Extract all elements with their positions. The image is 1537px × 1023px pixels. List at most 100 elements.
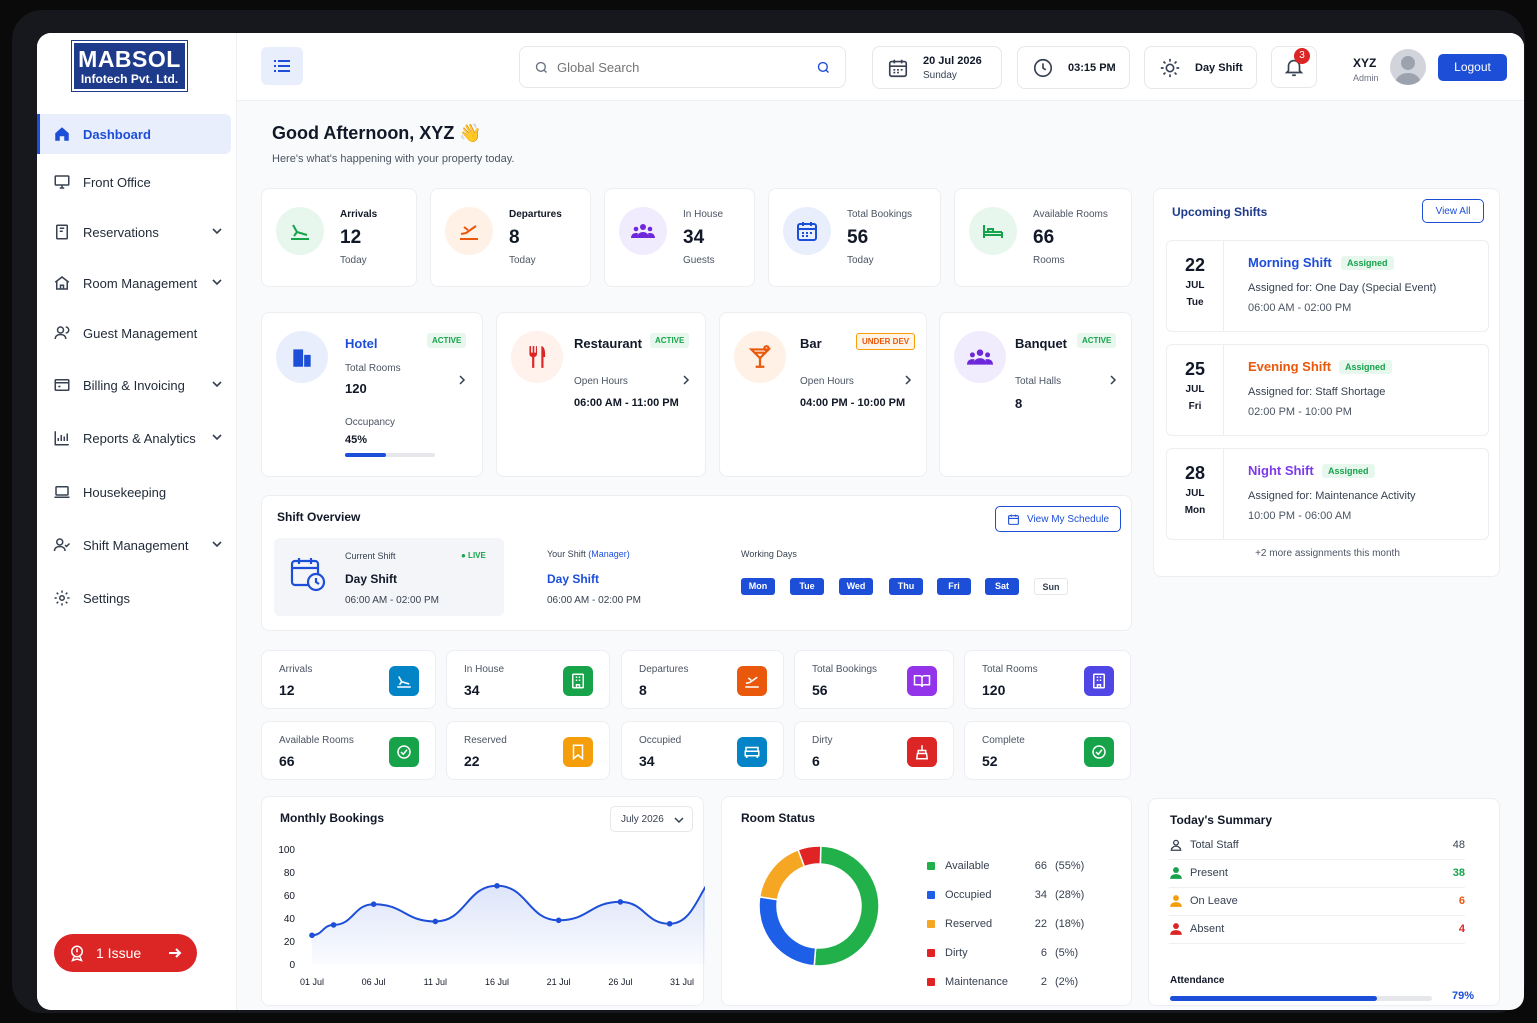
open-book-icon bbox=[907, 666, 937, 696]
current-shift-label: Current Shift bbox=[345, 551, 396, 561]
mini-stat-label: Arrivals bbox=[279, 664, 313, 675]
mini-stat-available-rooms[interactable]: Available Rooms 66 bbox=[261, 721, 436, 780]
sidebar-item-housekeeping[interactable]: Housekeeping bbox=[37, 472, 231, 512]
notifications-button[interactable]: 3 bbox=[1271, 46, 1317, 88]
device-frame: MABSOL Infotech Pvt. Ltd. Dashboard Fron… bbox=[12, 10, 1525, 1013]
assigned-for-label: Assigned for: bbox=[1248, 282, 1313, 294]
day-chip-fri: Fri bbox=[937, 578, 971, 595]
shift-name: Night Shift bbox=[1248, 463, 1314, 478]
mini-stat-total-rooms[interactable]: Total Rooms 120 bbox=[964, 650, 1131, 709]
outlet-value: 06:00 AM - 11:00 PM bbox=[574, 397, 679, 409]
status-badge: ACTIVE bbox=[427, 333, 467, 348]
sidebar-item-billing[interactable]: Billing & Invoicing bbox=[37, 365, 231, 405]
sidebar-item-settings[interactable]: Settings bbox=[37, 578, 231, 618]
x-tick-label: 11 Jul bbox=[424, 977, 447, 987]
sidebar-item-label: Front Office bbox=[83, 174, 151, 190]
stat-card-departures[interactable]: Departures 8 Today bbox=[430, 188, 591, 287]
x-tick-label: 31 Jul bbox=[670, 977, 694, 987]
avatar[interactable] bbox=[1390, 49, 1426, 85]
shift-day: 22 bbox=[1184, 255, 1206, 275]
calendar-grid-icon bbox=[783, 207, 831, 255]
sidebar-item-label: Housekeeping bbox=[83, 484, 167, 500]
mini-stat-value: 8 bbox=[639, 682, 647, 698]
brand-logo[interactable]: MABSOL Infotech Pvt. Ltd. bbox=[71, 40, 188, 92]
day-chip-tue: Tue bbox=[790, 578, 824, 595]
mini-stat-value: 22 bbox=[464, 753, 480, 769]
search-submit-icon[interactable] bbox=[816, 60, 831, 75]
mini-stat-value: 12 bbox=[279, 682, 295, 698]
outlet-card-hotel[interactable]: Hotel ACTIVE Total Rooms 120 Occupancy 4… bbox=[261, 312, 483, 477]
menu-toggle-button[interactable] bbox=[261, 47, 303, 85]
stat-value: 34 bbox=[683, 227, 705, 248]
y-tick-label: 0 bbox=[289, 960, 295, 971]
stat-label: Total Bookings bbox=[847, 209, 913, 220]
legend-label: Dirty bbox=[945, 947, 968, 959]
global-search[interactable] bbox=[519, 46, 846, 88]
sidebar-item-dashboard[interactable]: Dashboard bbox=[37, 114, 231, 154]
sidebar-item-reservations[interactable]: Reservations bbox=[37, 212, 231, 252]
outlet-value: 120 bbox=[345, 381, 367, 396]
mini-stat-occupied[interactable]: Occupied 34 bbox=[621, 721, 784, 780]
check-badge-icon bbox=[389, 737, 419, 767]
sidebar-item-reports[interactable]: Reports & Analytics bbox=[37, 418, 231, 458]
shift-assigned-for: Assigned for: One Day (Special Event) bbox=[1248, 282, 1436, 294]
room-status-title: Room Status bbox=[741, 811, 816, 825]
y-tick-label: 40 bbox=[284, 914, 296, 925]
mini-stat-total-bookings[interactable]: Total Bookings 56 bbox=[794, 650, 954, 709]
shift-display[interactable]: Day Shift bbox=[1144, 46, 1257, 89]
outlet-card-bar[interactable]: Bar UNDER DEV Open Hours 04:00 PM - 10:0… bbox=[719, 312, 927, 477]
stat-card-total-bookings[interactable]: Total Bookings 56 Today bbox=[768, 188, 941, 287]
current-shift-name: Day Shift bbox=[345, 572, 398, 586]
chevron-down-icon bbox=[212, 434, 222, 441]
date-display[interactable]: 20 Jul 2026 Sunday bbox=[872, 46, 1002, 89]
legend-swatch bbox=[927, 978, 935, 986]
chevron-right-icon[interactable] bbox=[457, 374, 467, 386]
view-my-schedule-label: View My Schedule bbox=[1026, 513, 1110, 525]
shift-assigned-for: Assigned for: Staff Shortage bbox=[1248, 386, 1385, 398]
mini-stat-dirty[interactable]: Dirty 6 bbox=[794, 721, 954, 780]
mini-stat-arrivals[interactable]: Arrivals 12 bbox=[261, 650, 436, 709]
chevron-right-icon[interactable] bbox=[903, 374, 913, 386]
legend-percent: (18%) bbox=[1055, 918, 1085, 930]
issue-label: 1 Issue bbox=[96, 945, 142, 961]
billing-icon bbox=[54, 379, 70, 391]
stat-card-available-rooms[interactable]: Available Rooms 66 Rooms bbox=[954, 188, 1132, 287]
summary-value: 38 bbox=[1452, 867, 1465, 879]
mini-stat-in-house[interactable]: In House 34 bbox=[446, 650, 610, 709]
search-input[interactable] bbox=[557, 59, 797, 75]
mini-stat-complete[interactable]: Complete 52 bbox=[964, 721, 1131, 780]
shift-item[interactable]: 25 JUL Fri Evening Shift Assigned Assign… bbox=[1166, 344, 1489, 436]
stat-card-in-house[interactable]: In House 34 Guests bbox=[604, 188, 755, 287]
mini-stat-departures[interactable]: Departures 8 bbox=[621, 650, 784, 709]
view-my-schedule-button[interactable]: View My Schedule bbox=[995, 506, 1121, 532]
stat-label: In House bbox=[683, 209, 724, 220]
fork-knife-icon bbox=[511, 331, 563, 383]
shift-item[interactable]: 28 JUL Mon Night Shift Assigned Assigned… bbox=[1166, 448, 1489, 540]
stat-sub: Today bbox=[509, 255, 536, 266]
month-select[interactable]: July 2026 bbox=[610, 806, 693, 832]
day-chip-wed: Wed bbox=[839, 578, 873, 595]
monthly-bookings-chart: 0 20 40 60 80 100 01 Jul 06 Jul 11 Jul 16 Jul 21 J… bbox=[278, 845, 705, 987]
shift-month: JUL bbox=[1185, 384, 1205, 395]
data-point bbox=[330, 922, 337, 928]
shift-item[interactable]: 22 JUL Tue Morning Shift Assigned Assign… bbox=[1166, 240, 1489, 332]
sidebar-item-room-management[interactable]: Room Management bbox=[37, 263, 231, 303]
chevron-down-icon bbox=[212, 381, 222, 388]
outlet-card-banquet[interactable]: Banquet ACTIVE Total Halls 8 bbox=[939, 312, 1132, 477]
issue-button[interactable]: 1 Issue bbox=[54, 934, 197, 972]
mini-stat-reserved[interactable]: Reserved 22 bbox=[446, 721, 610, 780]
shift-date: 28 JUL Mon bbox=[1167, 449, 1224, 539]
chevron-right-icon[interactable] bbox=[1108, 374, 1118, 386]
user-name: XYZ bbox=[1353, 56, 1377, 70]
outlet-card-restaurant[interactable]: Restaurant ACTIVE Open Hours 06:00 AM - … bbox=[496, 312, 706, 477]
view-all-button[interactable]: View All bbox=[1422, 199, 1484, 223]
sidebar-item-guest-management[interactable]: Guest Management bbox=[37, 313, 231, 353]
sidebar-item-shift-management[interactable]: Shift Management bbox=[37, 525, 231, 565]
building-icon bbox=[563, 666, 593, 696]
stat-card-arrivals[interactable]: Arrivals 12 Today bbox=[261, 188, 417, 287]
data-point bbox=[432, 918, 439, 925]
chevron-right-icon[interactable] bbox=[681, 374, 691, 386]
sidebar-item-front-office[interactable]: Front Office bbox=[37, 162, 231, 202]
shift-day: 25 bbox=[1184, 359, 1206, 379]
logout-button[interactable]: Logout bbox=[1438, 54, 1507, 81]
